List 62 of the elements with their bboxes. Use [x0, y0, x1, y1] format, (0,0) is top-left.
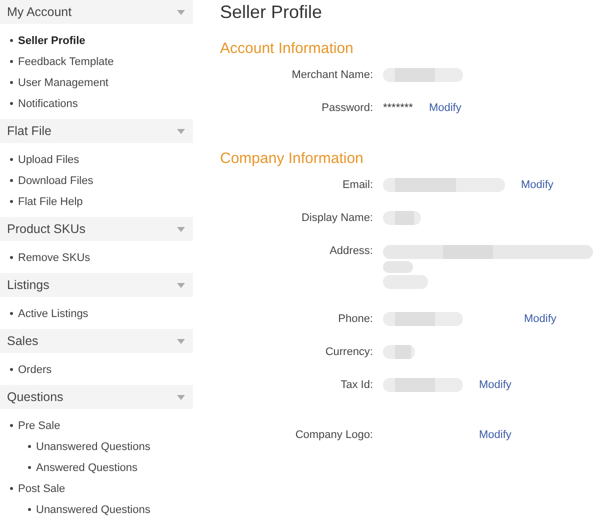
sidebar-link[interactable]: Unanswered Questions — [36, 440, 150, 454]
caret-icon — [177, 338, 185, 344]
sidebar-link[interactable]: User Management — [18, 76, 108, 90]
bullet-icon — [28, 466, 31, 469]
sidebar-link[interactable]: Flat File Help — [18, 194, 83, 208]
bullet-icon — [28, 445, 31, 448]
sidebar-link[interactable]: Seller Profile — [18, 34, 86, 48]
modify-link[interactable]: Modify — [479, 377, 512, 393]
sidebar-link[interactable]: Pre Sale — [18, 418, 60, 432]
bullet-icon — [10, 60, 13, 63]
field-label: Display Name: — [300, 211, 373, 226]
caret-icon — [177, 128, 185, 134]
blurred-value — [383, 344, 415, 360]
sidebar-group-header[interactable]: My Account — [0, 0, 193, 24]
bullet-icon — [10, 179, 13, 182]
sidebar-link[interactable]: Post Sale — [18, 482, 66, 496]
sidebar-link[interactable]: Answered Questions — [36, 460, 138, 474]
sidebar-link[interactable]: Notifications — [18, 96, 78, 110]
field-label: Company Logo: — [294, 428, 373, 443]
field-label: Phone: — [337, 312, 373, 327]
bullet-icon — [10, 256, 13, 259]
bullet-icon — [10, 81, 13, 84]
field-label: Email: — [341, 178, 373, 193]
modify-link[interactable]: Modify — [428, 100, 462, 116]
sidebar-group-header[interactable]: Product SKUs — [0, 217, 193, 241]
page-title: Seller Profile — [220, 1, 324, 23]
field-label: Merchant Name: — [290, 68, 373, 83]
bullet-icon — [10, 312, 13, 315]
blurred-value — [383, 210, 421, 226]
sidebar-link[interactable]: Active Listings — [18, 306, 88, 320]
modify-link[interactable]: Modify — [479, 427, 512, 443]
sidebar-link[interactable]: Unanswered Questions — [36, 502, 150, 516]
sidebar-group-header[interactable]: Listings — [0, 273, 193, 297]
sidebar-link[interactable]: Orders — [18, 362, 52, 376]
bullet-icon — [10, 368, 13, 371]
field-label: Address: — [328, 244, 373, 259]
sidebar-group-header[interactable]: Sales — [0, 329, 193, 353]
modify-link[interactable]: Modify — [521, 177, 554, 193]
bullet-icon — [10, 200, 13, 203]
section-heading: Company Information — [220, 149, 364, 169]
field-label: Password: — [320, 101, 373, 116]
caret-icon — [177, 282, 185, 288]
sidebar-group-header[interactable]: Questions — [0, 385, 193, 409]
caret-icon — [177, 10, 185, 14]
field-label: Currency: — [324, 345, 373, 360]
sidebar-link[interactable]: Remove SKUs — [18, 250, 90, 264]
bullet-icon — [10, 424, 13, 427]
modify-link[interactable]: Modify — [524, 311, 556, 327]
bullet-icon — [10, 487, 13, 490]
sidebar-group-header[interactable]: Flat File — [0, 119, 193, 143]
bullet-icon — [28, 508, 31, 511]
section-heading: Account Information — [220, 39, 354, 59]
sidebar-link[interactable]: Feedback Template — [18, 54, 114, 68]
field-label: Tax Id: — [340, 378, 373, 393]
caret-icon — [177, 394, 185, 400]
caret-icon — [177, 226, 185, 232]
bullet-icon — [10, 158, 13, 161]
bullet-icon — [10, 102, 13, 105]
field-value: ******* — [383, 101, 413, 116]
bullet-icon — [10, 39, 13, 42]
sidebar-link[interactable]: Download Files — [18, 174, 94, 188]
sidebar-link[interactable]: Upload Files — [18, 152, 80, 166]
